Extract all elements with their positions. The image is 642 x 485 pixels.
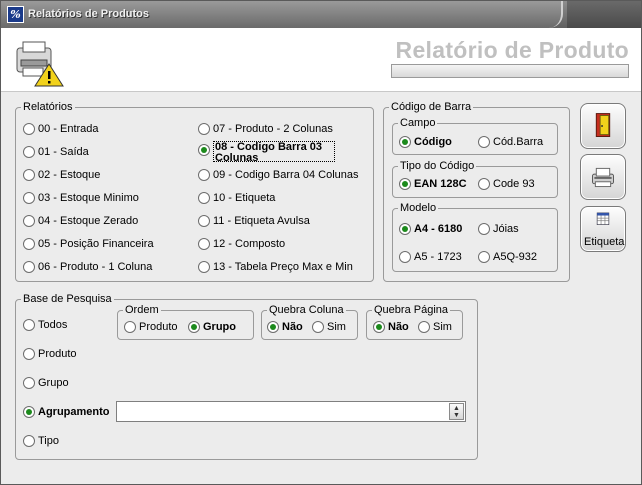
radio-quebra-pagina-nao[interactable]: Não (373, 321, 409, 333)
radio-circle (23, 261, 35, 273)
relatorios-label: Relatórios (21, 101, 75, 113)
radio-tipo-code93[interactable]: Code 93 (478, 178, 535, 190)
print-button[interactable] (580, 154, 626, 200)
etiqueta-button-label: Etiqueta (584, 236, 625, 248)
radio-quebra-coluna-sim[interactable]: Sim (312, 321, 346, 333)
radio-circle (23, 377, 35, 389)
radio-circle (23, 406, 35, 418)
radio-circle (23, 319, 35, 331)
printer-icon (592, 167, 614, 188)
radio-relatorio-07[interactable]: 07 - Produto - 2 Colunas (198, 123, 333, 135)
radio-circle (399, 251, 411, 263)
radio-ordem-grupo[interactable]: Grupo (188, 321, 236, 333)
radio-circle (198, 169, 210, 181)
radio-circle (418, 321, 430, 333)
title-tab: % Relatórios de Produtos (1, 1, 563, 28)
radio-circle (198, 261, 210, 273)
radio-circle (23, 192, 35, 204)
radio-circle (399, 178, 411, 190)
radio-circle (124, 321, 136, 333)
radio-circle (23, 435, 35, 447)
radio-circle (198, 144, 210, 156)
radio-circle (198, 215, 210, 227)
radio-relatorio-10[interactable]: 10 - Etiqueta (198, 192, 275, 204)
modelo-label: Modelo (398, 202, 439, 214)
radio-base-tipo[interactable]: Tipo (23, 435, 59, 447)
radio-circle (23, 348, 35, 360)
radio-circle (198, 192, 210, 204)
radio-circle (312, 321, 324, 333)
radio-relatorio-05[interactable]: 05 - Posição Financeira (23, 238, 154, 250)
printer-warning-icon (16, 41, 64, 87)
tipo-codigo-label: Tipo do Código (398, 160, 477, 172)
exit-door-icon (595, 113, 611, 137)
radio-campo-cod-barra[interactable]: Cód.Barra (478, 136, 543, 148)
radio-circle (478, 178, 490, 190)
app-icon: % (7, 6, 24, 23)
radio-relatorio-09[interactable]: 09 - Codigo Barra 04 Colunas (198, 169, 359, 181)
ordem-label: Ordem (123, 304, 161, 316)
radio-quebra-coluna-nao[interactable]: Não (267, 321, 303, 333)
radio-circle (23, 238, 35, 250)
header: Relatório de Produto (1, 28, 641, 92)
radio-campo-codigo[interactable]: Código (399, 136, 452, 148)
radio-ordem-produto[interactable]: Produto (124, 321, 178, 333)
radio-circle (267, 321, 279, 333)
radio-modelo-a4-6180[interactable]: A4 - 6180 (399, 223, 462, 235)
radio-relatorio-00[interactable]: 00 - Entrada (23, 123, 99, 135)
radio-relatorio-06[interactable]: 06 - Produto - 1 Coluna (23, 261, 152, 273)
radio-relatorio-01[interactable]: 01 - Saída (23, 146, 89, 158)
window-title: Relatórios de Produtos (28, 8, 150, 20)
exit-button[interactable] (580, 103, 626, 149)
title-bar-right (567, 1, 641, 28)
radio-relatorio-11[interactable]: 11 - Etiqueta Avulsa (198, 215, 310, 227)
quebra-pagina-label: Quebra Página (372, 304, 450, 316)
progress-bar (391, 64, 629, 78)
radio-relatorio-12[interactable]: 12 - Composto (198, 238, 285, 250)
radio-base-grupo[interactable]: Grupo (23, 377, 69, 389)
radio-relatorio-04[interactable]: 04 - Estoque Zerado (23, 215, 138, 227)
header-title: Relatório de Produto (395, 37, 629, 63)
etiqueta-button[interactable]: Etiqueta (580, 206, 626, 252)
radio-circle (373, 321, 385, 333)
title-bar[interactable]: % Relatórios de Produtos (1, 1, 641, 28)
codigo-barra-label: Código de Barra (389, 101, 474, 113)
radio-circle (399, 223, 411, 235)
radio-circle (23, 146, 35, 158)
radio-circle (23, 169, 35, 181)
radio-circle (198, 123, 210, 135)
radio-base-todos[interactable]: Todos (23, 319, 67, 331)
radio-relatorio-02[interactable]: 02 - Estoque (23, 169, 100, 181)
radio-circle (478, 223, 490, 235)
calendar-label-icon (596, 212, 610, 225)
base-pesquisa-label: Base de Pesquisa (21, 293, 114, 305)
radio-relatorio-03[interactable]: 03 - Estoque Minimo (23, 192, 139, 204)
agrupamento-select[interactable]: ▲ ▼ (116, 401, 466, 422)
quebra-coluna-label: Quebra Coluna (267, 304, 346, 316)
radio-circle (399, 136, 411, 148)
report-window: % Relatórios de Produtos Relatório de Pr… (0, 0, 642, 485)
radio-circle (478, 136, 490, 148)
radio-tipo-ean128c[interactable]: EAN 128C (399, 178, 467, 190)
radio-base-agrupamento[interactable]: Agrupamento (23, 406, 110, 418)
radio-circle (188, 321, 200, 333)
select-spin-icon[interactable]: ▲ ▼ (449, 403, 464, 420)
radio-circle (198, 238, 210, 250)
radio-circle (478, 251, 490, 263)
radio-quebra-pagina-sim[interactable]: Sim (418, 321, 452, 333)
radio-base-produto[interactable]: Produto (23, 348, 77, 360)
radio-relatorio-13[interactable]: 13 - Tabela Preço Max e Min (198, 261, 353, 273)
radio-circle (23, 215, 35, 227)
radio-modelo-joias[interactable]: Jóias (478, 223, 519, 235)
radio-modelo-a5-1723[interactable]: A5 - 1723 (399, 251, 462, 263)
radio-relatorio-08[interactable]: 08 - Codigo Barra 03 Colunas (198, 141, 335, 162)
radio-modelo-a5q-932[interactable]: A5Q-932 (478, 251, 537, 263)
campo-label: Campo (398, 117, 438, 129)
radio-circle (23, 123, 35, 135)
